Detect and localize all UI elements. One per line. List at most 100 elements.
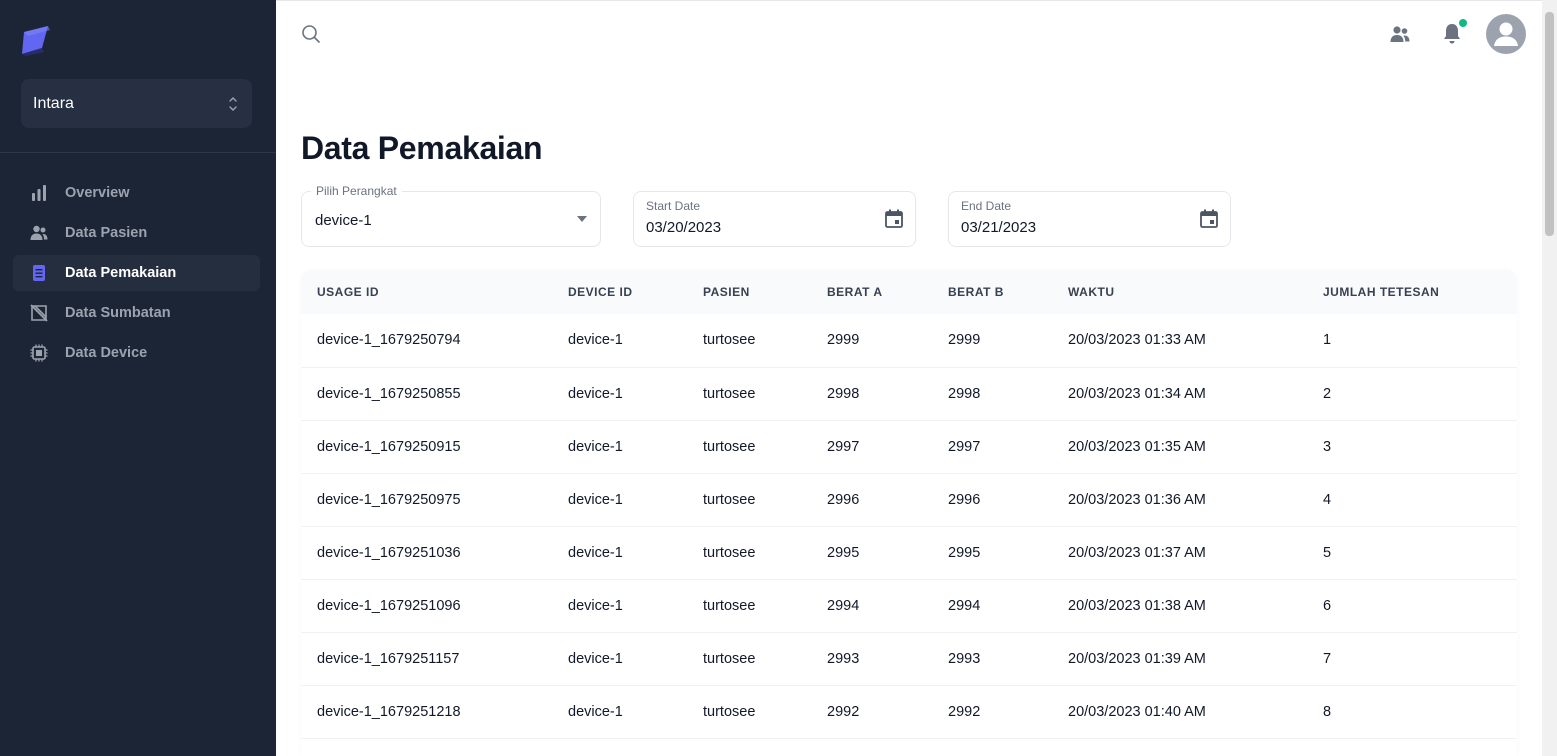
cell-device-id: device-1 <box>568 438 623 455</box>
table-row[interactable]: device-1_1679250915 device-1 turtosee 29… <box>301 420 1517 473</box>
sidebar-item-data-pasien[interactable]: Data Pasien <box>13 215 260 251</box>
avatar[interactable] <box>1486 14 1526 54</box>
cell-usage-id: device-1_1679251218 <box>317 703 461 720</box>
cell-pasien: turtosee <box>703 385 756 402</box>
cell-device-id: device-1 <box>568 332 623 349</box>
cell-usage-id: device-1_1679251096 <box>317 597 461 614</box>
cell-berat-a: 2998 <box>827 385 860 402</box>
sidebar-item-label: Data Pasien <box>65 225 148 241</box>
user-avatar-icon <box>1494 22 1518 46</box>
usage-table-container: Usage ID Device ID Pasien Berat A Berat … <box>301 270 1517 756</box>
page-scrollbar[interactable] <box>1542 0 1557 756</box>
start-date-field[interactable]: Start Date 03/20/2023 <box>633 191 916 247</box>
table-row[interactable]: device-1_1679251218 device-1 turtosee 29… <box>301 685 1517 738</box>
column-header-device-id[interactable]: Device ID <box>552 270 687 314</box>
table-header-row: Usage ID Device ID Pasien Berat A Berat … <box>301 270 1517 314</box>
org-switcher[interactable]: Intara <box>21 79 252 128</box>
device-select[interactable]: Pilih Perangkat device-1 <box>301 184 601 247</box>
search-icon[interactable] <box>300 23 322 45</box>
cell-pasien: turtosee <box>703 491 756 508</box>
cell-berat-b: 2997 <box>948 438 981 455</box>
document-icon <box>30 264 48 282</box>
sidebar-item-label: Data Device <box>65 345 148 361</box>
cell-jumlah-tetesan: 2 <box>1323 385 1332 402</box>
column-header-pasien[interactable]: Pasien <box>687 270 811 314</box>
cell-pasien: turtosee <box>703 703 756 720</box>
caret-down-icon <box>577 216 587 222</box>
cell-device-id: device-1 <box>568 544 623 561</box>
sidebar-item-data-sumbatan[interactable]: Data Sumbatan <box>13 295 260 331</box>
table-row[interactable]: device-1_1679251096 device-1 turtosee 29… <box>301 579 1517 632</box>
column-header-waktu[interactable]: Waktu <box>1052 270 1307 314</box>
cell-usage-id: device-1_1679250855 <box>317 385 461 402</box>
cell-berat-a: 2999 <box>827 332 860 349</box>
users-icon <box>30 224 48 242</box>
sidebar-item-label: Data Pemakaian <box>65 265 177 281</box>
cell-berat-b: 2998 <box>948 385 981 402</box>
column-header-berat-b[interactable]: Berat B <box>932 270 1052 314</box>
end-date-field[interactable]: End Date 03/21/2023 <box>948 191 1231 247</box>
cell-waktu: 20/03/2023 01:35 AM <box>1068 438 1206 455</box>
cell-pasien: turtosee <box>703 544 756 561</box>
table-row[interactable]: device-1_1679250794 device-1 turtosee 29… <box>301 314 1517 367</box>
sidebar-item-overview[interactable]: Overview <box>13 175 260 211</box>
cell-waktu: 20/03/2023 01:33 AM <box>1068 332 1206 349</box>
sidebar-divider <box>0 152 276 153</box>
app-logo[interactable] <box>20 24 54 56</box>
cell-pasien: turtosee <box>703 332 756 349</box>
cell-device-id: device-1 <box>568 703 623 720</box>
sidebar: Intara Overview Data Pasien Data Pemakai… <box>0 0 276 756</box>
column-header-usage-id[interactable]: Usage ID <box>301 270 552 314</box>
cell-waktu: 20/03/2023 01:40 AM <box>1068 703 1206 720</box>
end-date-value: 03/21/2023 <box>961 219 1037 236</box>
table-row[interactable]: device-1_1679250855 device-1 turtosee 29… <box>301 367 1517 420</box>
cell-jumlah-tetesan: 8 <box>1323 703 1332 720</box>
cell-waktu: 20/03/2023 01:38 AM <box>1068 597 1206 614</box>
table-row[interactable]: device-1_1679251157 device-1 turtosee 29… <box>301 632 1517 685</box>
sidebar-item-data-device[interactable]: Data Device <box>13 335 260 371</box>
cell-berat-a: 2992 <box>827 703 860 720</box>
cell-berat-a: 2993 <box>827 650 860 667</box>
scrollbar-thumb[interactable] <box>1545 12 1554 236</box>
cell-pasien: turtosee <box>703 650 756 667</box>
cell-berat-a: 2996 <box>827 491 860 508</box>
bar-chart-icon <box>30 184 48 202</box>
cell-berat-a: 2997 <box>827 438 860 455</box>
chip-icon <box>30 344 48 362</box>
column-header-berat-a[interactable]: Berat A <box>811 270 932 314</box>
chevron-up-down-icon <box>229 96 237 111</box>
table-row[interactable]: device-1_1679251036 device-1 turtosee 29… <box>301 526 1517 579</box>
cell-pasien: turtosee <box>703 438 756 455</box>
usage-table: Usage ID Device ID Pasien Berat A Berat … <box>301 270 1517 756</box>
table-row[interactable] <box>301 738 1517 756</box>
cell-berat-b: 2992 <box>948 703 981 720</box>
cell-pasien: turtosee <box>703 597 756 614</box>
cell-berat-a: 2995 <box>827 544 860 561</box>
cell-berat-b: 2993 <box>948 650 981 667</box>
calendar-icon[interactable] <box>1198 208 1220 230</box>
device-select-value: device-1 <box>315 212 372 229</box>
cell-usage-id: device-1_1679250915 <box>317 438 461 455</box>
start-date-label: Start Date <box>646 199 701 213</box>
cell-waktu: 20/03/2023 01:37 AM <box>1068 544 1206 561</box>
cell-usage-id: device-1_1679251157 <box>317 650 460 667</box>
cell-usage-id: device-1_1679251036 <box>317 544 461 561</box>
blocked-icon <box>30 304 48 322</box>
cell-device-id: device-1 <box>568 491 623 508</box>
end-date-label: End Date <box>961 199 1012 213</box>
cell-jumlah-tetesan: 4 <box>1323 491 1332 508</box>
notification-badge <box>1459 19 1467 27</box>
cell-jumlah-tetesan: 1 <box>1323 332 1332 349</box>
users-icon[interactable] <box>1389 23 1411 45</box>
cell-berat-b: 2999 <box>948 332 981 349</box>
cell-jumlah-tetesan: 7 <box>1323 650 1332 667</box>
cell-berat-b: 2994 <box>948 597 981 614</box>
page-title: Data Pemakaian <box>301 130 543 166</box>
cell-berat-b: 2996 <box>948 491 981 508</box>
sidebar-item-data-pemakaian[interactable]: Data Pemakaian <box>13 255 260 291</box>
cell-device-id: device-1 <box>568 650 623 667</box>
column-header-jumlah-tetesan[interactable]: Jumlah Tetesan <box>1307 270 1517 314</box>
table-row[interactable]: device-1_1679250975 device-1 turtosee 29… <box>301 473 1517 526</box>
cell-waktu: 20/03/2023 01:36 AM <box>1068 491 1206 508</box>
calendar-icon[interactable] <box>883 208 905 230</box>
